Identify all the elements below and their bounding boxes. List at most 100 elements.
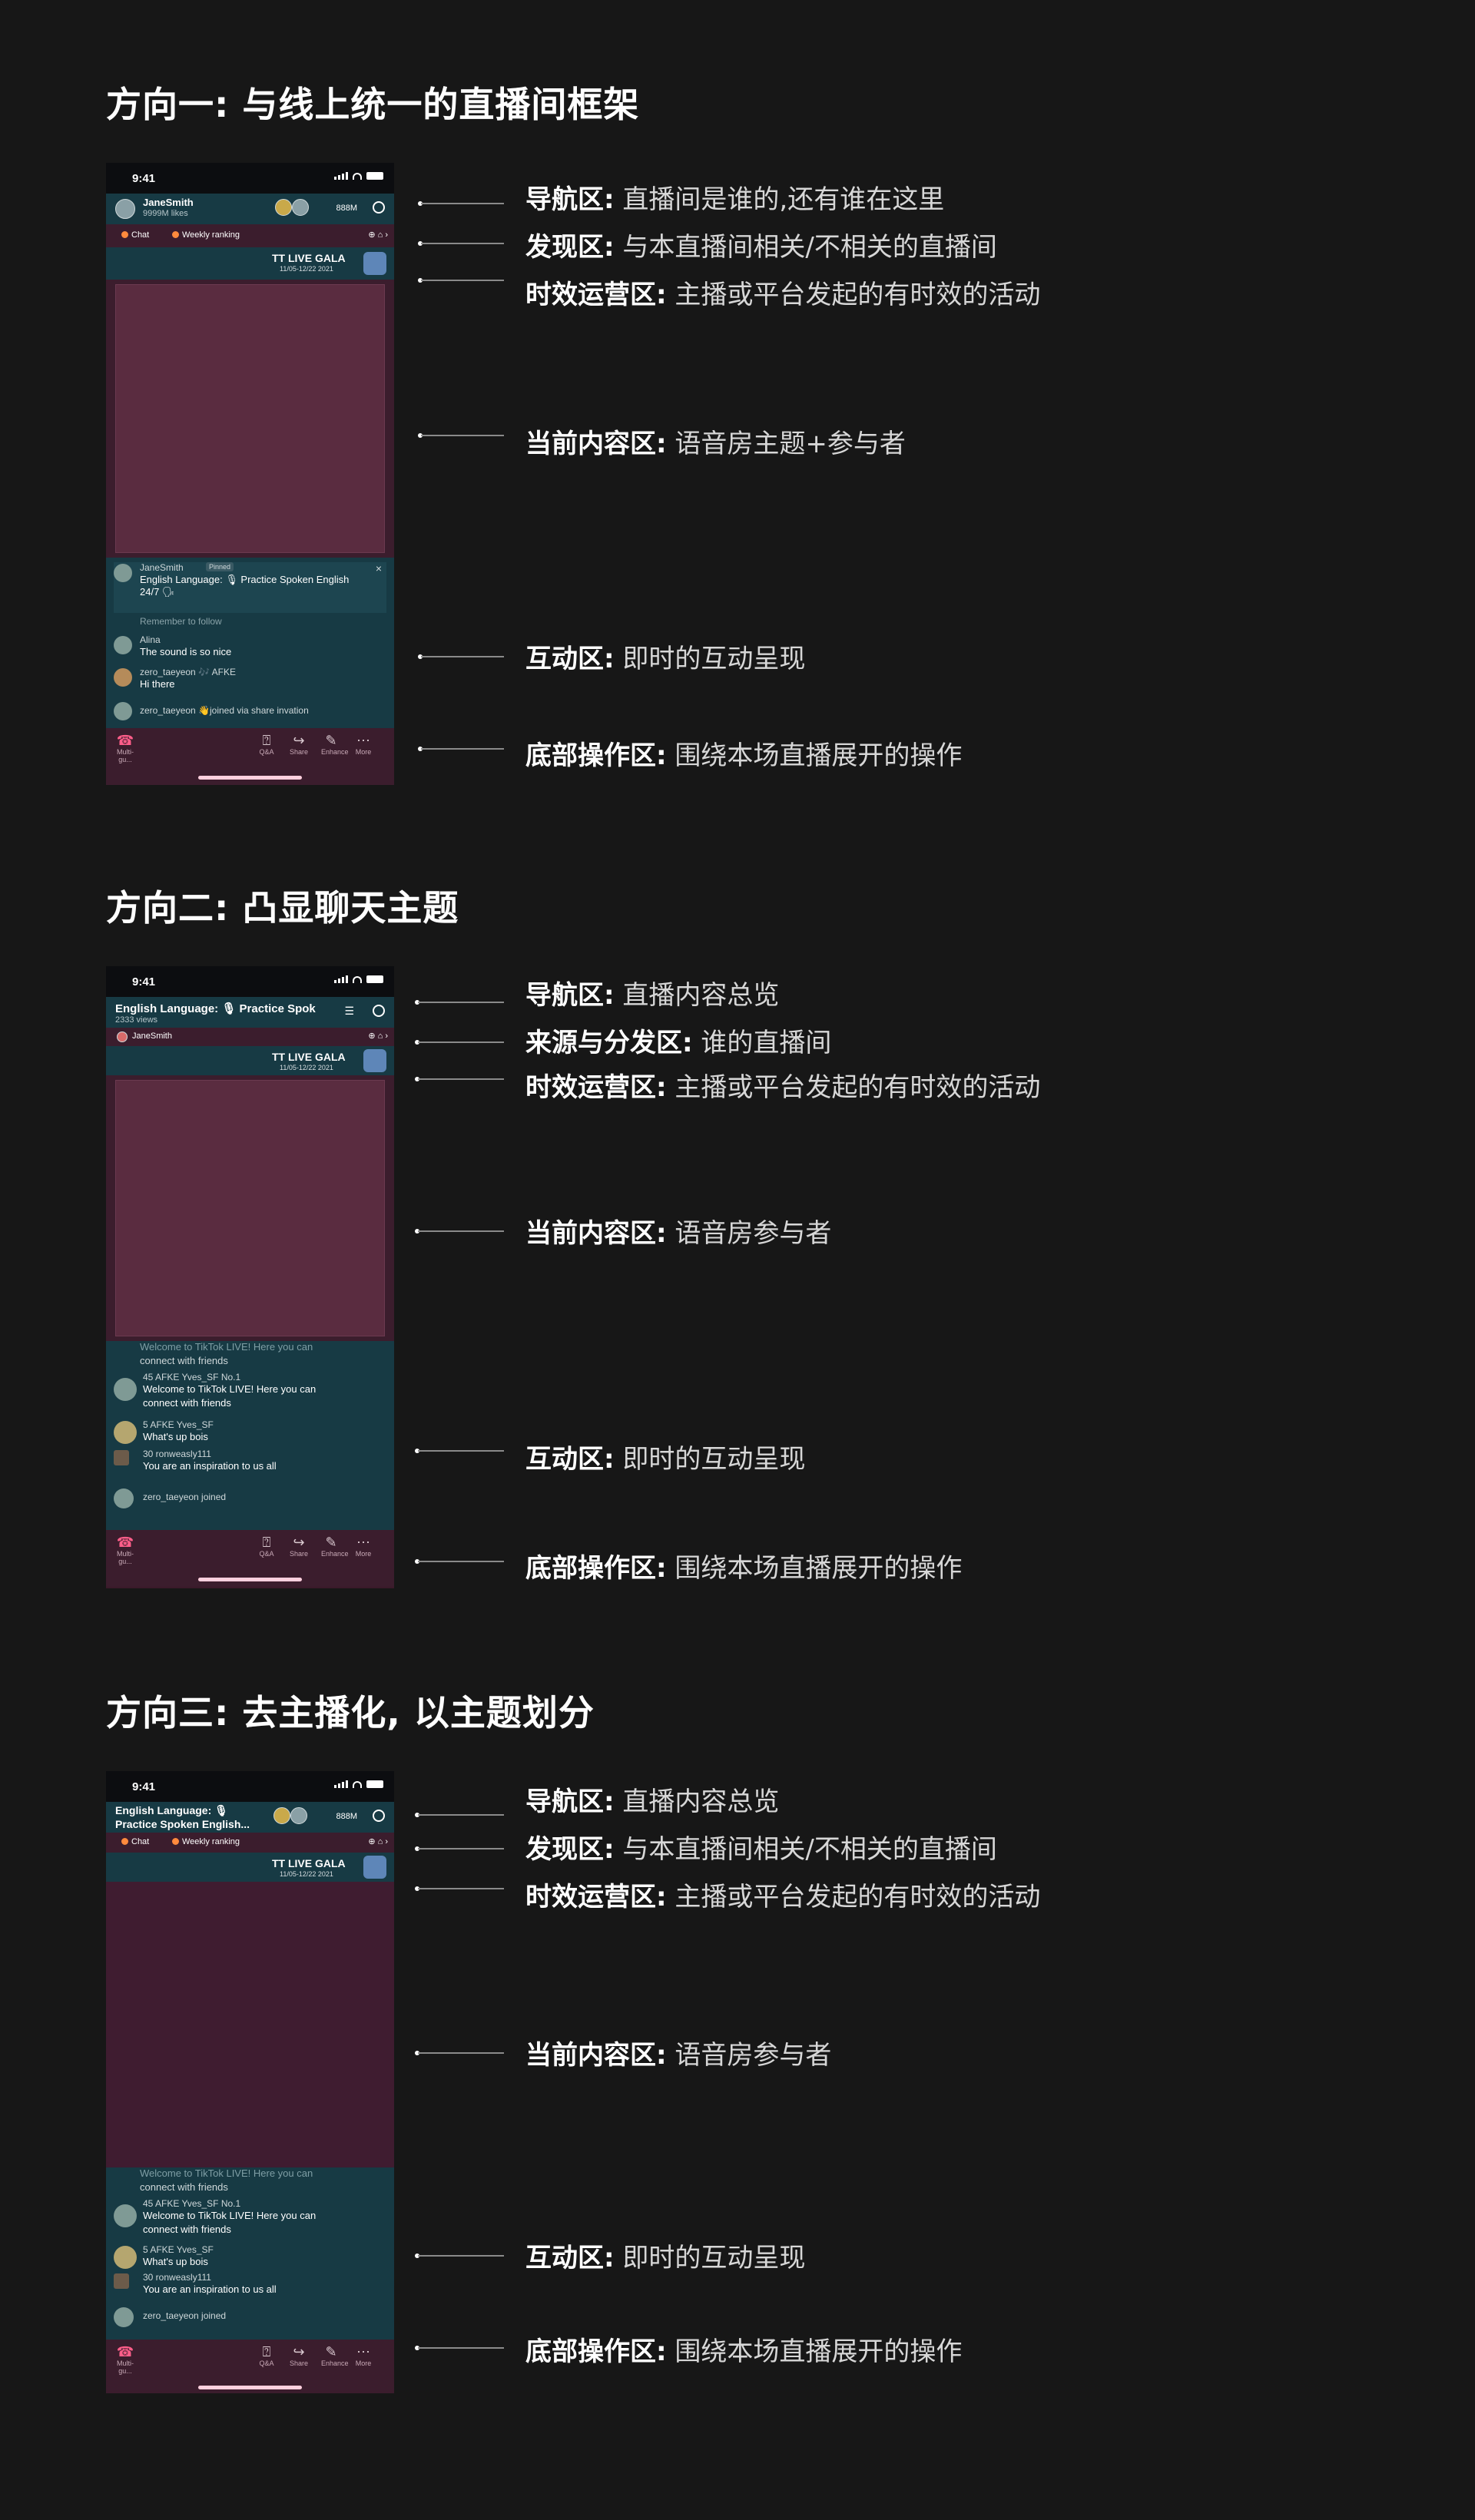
room-views: 2333 views bbox=[115, 1015, 158, 1025]
list-item: 5 AFKE Yves_SF What's up bois bbox=[114, 1419, 386, 1445]
power-icon[interactable] bbox=[373, 1810, 385, 1822]
label-value: 即时的互动呈现 bbox=[614, 644, 806, 674]
label-value: 主播或平台发起的有时效的活动 bbox=[666, 1882, 1041, 1912]
viewer-avatar-2[interactable] bbox=[290, 1807, 307, 1824]
viewer-avatar-1[interactable] bbox=[273, 1807, 290, 1824]
list-item: Remember to follow bbox=[114, 616, 386, 628]
close-icon[interactable]: × bbox=[376, 562, 382, 575]
label-value: 直播内容总览 bbox=[614, 1787, 780, 1817]
event-banner[interactable]: TT LIVE GALA 11/05-12/22 2021 bbox=[106, 1853, 394, 1882]
viewer-avatar-1[interactable] bbox=[275, 199, 292, 216]
host-avatar[interactable] bbox=[117, 1032, 128, 1042]
more-button[interactable]: ⋯ More bbox=[353, 1535, 373, 1558]
wand-icon: ✎ bbox=[325, 1535, 337, 1550]
more-icon: ⋯ bbox=[356, 2344, 370, 2359]
label-key: 互动区: bbox=[525, 2243, 615, 2273]
qa-icon: ⍰ bbox=[262, 733, 271, 748]
share-label: Share bbox=[289, 2359, 309, 2367]
callout-line bbox=[418, 1450, 504, 1452]
share-button[interactable]: ↪ Share bbox=[289, 2344, 309, 2367]
share-icon: ↪ bbox=[293, 1535, 305, 1550]
pinned-message[interactable]: JaneSmith Pinned English Language: 🎙 Pra… bbox=[114, 562, 386, 613]
enhance-button[interactable]: ✎ Enhance bbox=[321, 733, 349, 756]
multi-guest-button[interactable]: ☎ Multi-gu... bbox=[115, 1535, 135, 1565]
callout-line bbox=[418, 1230, 504, 1232]
battery-icon bbox=[366, 172, 383, 180]
label-value: 与本直播间相关/不相关的直播间 bbox=[614, 1834, 997, 1865]
more-icon: ⋯ bbox=[356, 1535, 370, 1550]
avatar bbox=[114, 2246, 137, 2269]
discover-more-icon[interactable]: ⊕ ⌂ › bbox=[368, 230, 388, 240]
viewer-count[interactable]: 888M bbox=[336, 1812, 357, 1821]
message-text: zero_taeyeon joined bbox=[143, 1492, 227, 1502]
enhance-label: Enhance bbox=[321, 1550, 349, 1558]
event-banner[interactable]: TT LIVE GALA 11/05-12/22 2021 bbox=[106, 1046, 394, 1075]
avatar bbox=[114, 636, 132, 654]
message-text-2: connect with friends bbox=[143, 2224, 231, 2235]
label-content-2: 当前内容区: 语音房参与者 bbox=[525, 1212, 831, 1250]
weekly-ranking-tab[interactable]: Weekly ranking bbox=[172, 1837, 240, 1846]
signal-icon bbox=[334, 975, 348, 983]
avatar bbox=[114, 2273, 129, 2289]
message-user: 30 ronweasly111 bbox=[143, 1449, 211, 1459]
source-more-icon[interactable]: ⊕ ⌂ › bbox=[368, 1031, 388, 1041]
enhance-button[interactable]: ✎ Enhance bbox=[321, 1535, 349, 1558]
chat-tab[interactable]: Chat bbox=[121, 230, 149, 240]
power-icon[interactable] bbox=[373, 201, 385, 214]
message-user: Alina bbox=[140, 634, 161, 645]
viewer-count[interactable]: 888M bbox=[336, 204, 357, 213]
host-name[interactable]: JaneSmith bbox=[143, 197, 194, 208]
section-title-3: 方向三: 去主播化, 以主题划分 bbox=[106, 1692, 595, 1734]
room-title-2[interactable]: Practice Spoken English... bbox=[115, 1818, 250, 1830]
faded-message-2: connect with friends bbox=[140, 2181, 228, 2193]
home-indicator bbox=[198, 1578, 302, 1581]
chat-icon bbox=[121, 231, 128, 238]
interaction-area: Welcome to TikTok LIVE! Here you can con… bbox=[106, 1341, 394, 1530]
message-text: zero_taeyeon 👋joined via share invation bbox=[140, 705, 309, 716]
status-indicators bbox=[334, 172, 383, 180]
status-bar: 9:41 bbox=[106, 163, 394, 194]
chat-tab[interactable]: Chat bbox=[121, 1837, 149, 1846]
more-button[interactable]: ⋯ More bbox=[353, 733, 373, 756]
label-discover-3: 发现区: 与本直播间相关/不相关的直播间 bbox=[525, 1828, 997, 1866]
qa-button[interactable]: ⍰ Q&A bbox=[257, 1535, 277, 1558]
list-item: 30 ronweasly111 You are an inspiration t… bbox=[114, 1449, 386, 1475]
enhance-button[interactable]: ✎ Enhance bbox=[321, 2344, 349, 2367]
host-avatar[interactable] bbox=[115, 199, 135, 219]
content-placeholder bbox=[115, 1080, 385, 1336]
message-text: You are an inspiration to us all bbox=[143, 2283, 277, 2295]
multi-guest-label: Multi-gu... bbox=[117, 1550, 134, 1565]
avatar bbox=[114, 702, 132, 720]
host-name[interactable]: JaneSmith bbox=[132, 1032, 172, 1041]
room-title[interactable]: English Language: 🎙 bbox=[115, 1804, 228, 1817]
more-label: More bbox=[355, 2359, 372, 2367]
message-text: The sound is so nice bbox=[140, 646, 232, 657]
label-discover-1: 发现区: 与本直播间相关/不相关的直播间 bbox=[525, 226, 997, 263]
label-interaction-3: 互动区: 即时的互动呈现 bbox=[525, 2237, 805, 2274]
interaction-area: JaneSmith Pinned English Language: 🎙 Pra… bbox=[106, 558, 394, 728]
label-source-2: 来源与分发区: 谁的直播间 bbox=[525, 1022, 831, 1059]
weekly-ranking-tab[interactable]: Weekly ranking bbox=[172, 230, 240, 240]
qa-button[interactable]: ⍰ Q&A bbox=[257, 733, 277, 756]
callout-line bbox=[418, 1814, 504, 1816]
fire-icon bbox=[172, 231, 179, 238]
multi-guest-button[interactable]: ☎ Multi-gu... bbox=[115, 733, 135, 763]
discover-more-icon[interactable]: ⊕ ⌂ › bbox=[368, 1836, 388, 1846]
label-value: 主播或平台发起的有时效的活动 bbox=[666, 280, 1041, 310]
battery-icon bbox=[366, 975, 383, 983]
qa-button[interactable]: ⍰ Q&A bbox=[257, 2344, 277, 2367]
room-title[interactable]: English Language: 🎙 Practice Spok bbox=[115, 1002, 316, 1015]
viewer-avatar-2[interactable] bbox=[292, 199, 309, 216]
event-banner[interactable]: TT LIVE GALA 11/05-12/22 2021 bbox=[106, 247, 394, 280]
wand-icon: ✎ bbox=[325, 2344, 337, 2359]
label-key: 导航区: bbox=[525, 1787, 615, 1817]
share-button[interactable]: ↪ Share bbox=[289, 1535, 309, 1558]
label-interaction-1: 互动区: 即时的互动呈现 bbox=[525, 637, 805, 675]
faded-message: Welcome to TikTok LIVE! Here you can bbox=[140, 2167, 313, 2179]
share-button[interactable]: ↪ Share bbox=[289, 733, 309, 756]
multi-guest-button[interactable]: ☎ Multi-gu... bbox=[115, 2344, 135, 2375]
more-button[interactable]: ⋯ More bbox=[353, 2344, 373, 2367]
list-icon[interactable]: ☰ bbox=[344, 1005, 354, 1018]
power-icon[interactable] bbox=[373, 1005, 385, 1017]
chat-tab-label: Chat bbox=[131, 230, 150, 240]
